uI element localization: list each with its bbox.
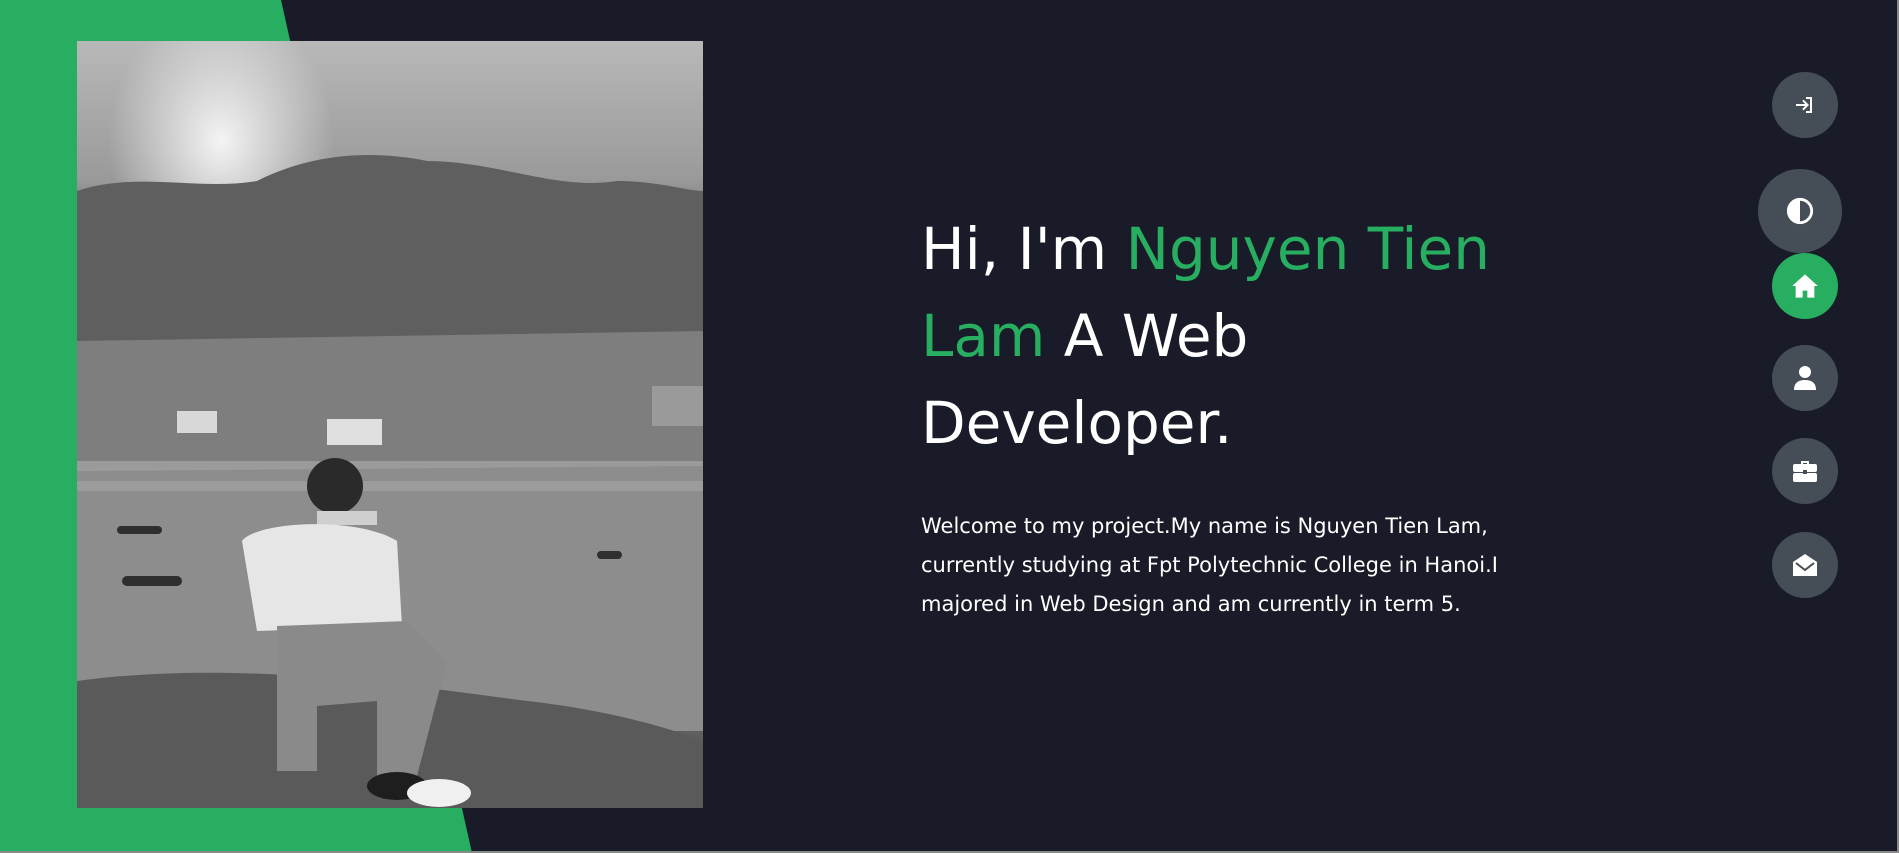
hero-greeting: Hi, I'm [921,215,1126,283]
nav-portfolio-button[interactable] [1772,438,1838,504]
envelope-open-icon [1793,554,1817,576]
theme-toggle-button[interactable] [1758,169,1842,253]
hero-name-last: Lam [921,302,1046,370]
home-icon [1792,274,1818,298]
hero-name-first: Nguyen Tien [1125,215,1490,283]
hero-role-part1: A Web [1045,302,1249,370]
profile-photo-illustration [77,41,703,808]
profile-photo [77,41,703,808]
nav-about-button[interactable] [1772,345,1838,411]
nav-home-button[interactable] [1772,253,1838,319]
hero-role-part2: Developer. [921,389,1233,457]
hero-section: Hi, I'm Nguyen Tien Lam A Web Developer. W… [921,206,1521,624]
hero-title: Hi, I'm Nguyen Tien Lam A Web Developer. [921,206,1521,467]
briefcase-icon [1793,461,1817,482]
contrast-icon [1786,197,1814,225]
sign-in-icon [1796,97,1812,113]
user-icon [1794,366,1816,390]
nav-contact-button[interactable] [1772,532,1838,598]
hero-description: Welcome to my project.My name is Nguyen … [921,514,1498,616]
login-button[interactable] [1772,72,1838,138]
